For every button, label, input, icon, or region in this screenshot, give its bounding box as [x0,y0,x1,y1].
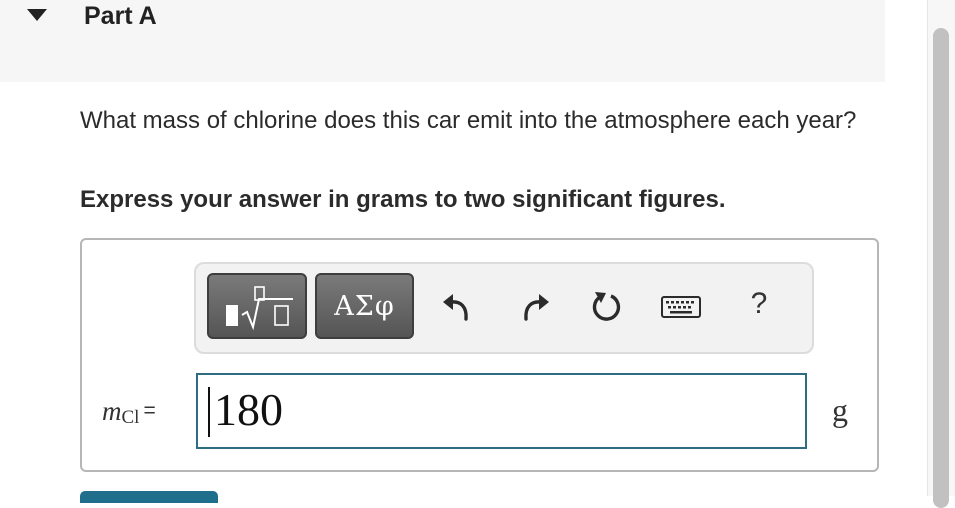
help-button[interactable]: ? [742,287,776,321]
answer-variable-label: mCl = [102,396,156,429]
redo-button[interactable] [518,289,552,323]
undo-icon [443,294,468,321]
greek-symbols-button[interactable]: ΑΣφ [315,273,414,339]
templates-button[interactable] [207,273,307,339]
variable-subscript: Cl [121,407,140,428]
keyboard-icon [661,296,701,318]
help-icon: ? [750,287,768,320]
greek-symbols-label: ΑΣφ [334,290,395,322]
part-title[interactable]: Part A [84,2,157,31]
collapse-triangle-icon[interactable] [27,9,47,21]
question-text: What mass of chlorine does this car emit… [80,107,857,134]
answer-instruction: Express your answer in grams to two sign… [80,186,726,213]
variable-symbol: m [102,396,122,426]
reset-icon [592,292,621,321]
reset-button[interactable] [589,289,623,323]
unit-label: g [832,392,848,428]
equals-sign: = [143,399,156,422]
submit-button[interactable] [80,491,218,503]
text-cursor [208,387,210,437]
templates-icon [226,286,293,331]
undo-button[interactable] [440,289,474,323]
answer-input[interactable]: 180 [196,373,807,449]
keyboard-button[interactable] [660,289,702,323]
scrollbar-thumb[interactable] [933,28,949,508]
redo-icon [524,294,549,321]
answer-value: 180 [214,384,283,435]
